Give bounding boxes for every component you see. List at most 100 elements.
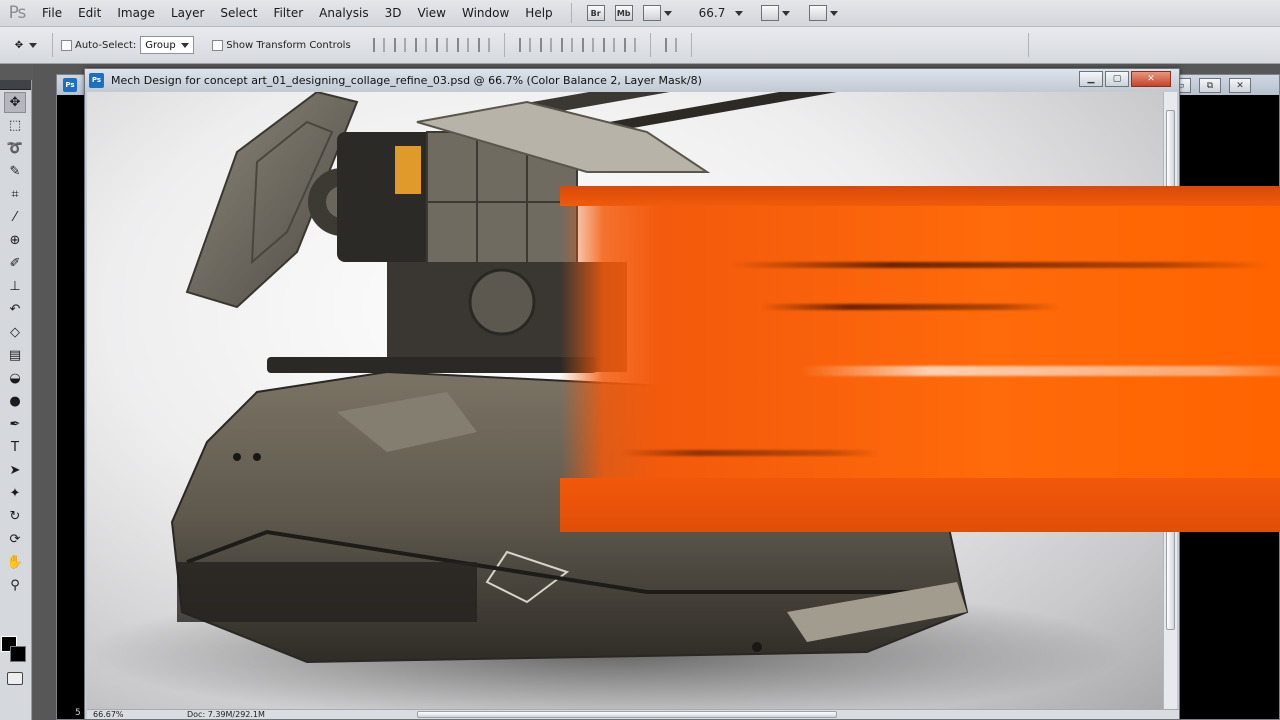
ps-document-icon: Ps bbox=[63, 78, 77, 92]
zoom-tool-icon[interactable]: ⚲ bbox=[4, 575, 26, 596]
auto-select-checkbox[interactable] bbox=[61, 39, 72, 51]
chevron-down-icon bbox=[830, 10, 839, 16]
quick-mask-icon[interactable] bbox=[7, 672, 23, 685]
background-status-text: 5 bbox=[75, 708, 81, 718]
arrange-documents-button[interactable] bbox=[761, 4, 791, 22]
chevron-down-icon bbox=[29, 42, 38, 48]
status-bar: 66.67% Doc: 7.39M/292.1M bbox=[87, 709, 1179, 719]
banner-streak bbox=[620, 450, 880, 456]
align-top-icon[interactable] bbox=[372, 38, 385, 52]
menu-analysis[interactable]: Analysis bbox=[311, 0, 376, 27]
bridge-button[interactable]: Br bbox=[586, 4, 605, 22]
healing-brush-icon[interactable]: ⊕ bbox=[4, 230, 26, 251]
chevron-down-icon bbox=[181, 42, 190, 48]
menu-3d[interactable]: 3D bbox=[377, 0, 410, 27]
screen-mode-button[interactable] bbox=[809, 4, 839, 22]
align-bottom-icon[interactable] bbox=[414, 38, 427, 52]
status-doc-size[interactable]: Doc: 7.39M/292.1M bbox=[187, 710, 265, 719]
auto-select-label: Auto-Select: bbox=[75, 39, 137, 51]
align-right-icon[interactable] bbox=[477, 38, 490, 52]
close-icon[interactable]: ✕ bbox=[1229, 78, 1251, 93]
banner-streak bbox=[760, 304, 1060, 310]
background-window-controls: ▭ ⧉ ✕ bbox=[1169, 78, 1251, 93]
view-extras-icon bbox=[642, 5, 661, 21]
menu-filter[interactable]: Filter bbox=[265, 0, 311, 27]
menu-separator bbox=[570, 3, 572, 23]
align-buttons bbox=[372, 38, 490, 52]
3d-rotate-icon[interactable]: ↻ bbox=[4, 506, 26, 527]
zoom-level[interactable]: 66.7 bbox=[699, 6, 726, 20]
align-left-icon[interactable] bbox=[435, 38, 448, 52]
chevron-down-icon[interactable] bbox=[735, 10, 744, 16]
horizontal-scroll-thumb[interactable] bbox=[417, 711, 837, 718]
history-brush-icon[interactable]: ↶ bbox=[4, 299, 26, 320]
mini-bridge-button[interactable]: Mb bbox=[614, 4, 633, 22]
distribute-bottom-icon[interactable] bbox=[560, 38, 573, 52]
tool-preset-picker[interactable]: ✥ bbox=[0, 40, 52, 51]
distribute-hcenter-icon[interactable] bbox=[602, 38, 615, 52]
auto-align-icon[interactable] bbox=[664, 38, 677, 52]
mini-bridge-icon: Mb bbox=[614, 5, 633, 21]
align-hcenter-icon[interactable] bbox=[456, 38, 469, 52]
eyedropper-tool-icon[interactable]: ⁄ bbox=[4, 207, 26, 228]
distribute-left-icon[interactable] bbox=[581, 38, 594, 52]
banner-top-strip bbox=[560, 186, 1280, 206]
banner-streak bbox=[730, 262, 1270, 268]
banner-streak bbox=[800, 366, 1280, 376]
clone-stamp-icon[interactable]: ⊥ bbox=[4, 276, 26, 297]
background-color-swatch[interactable] bbox=[10, 646, 26, 662]
3d-orbit-icon[interactable]: ⟳ bbox=[4, 529, 26, 550]
menu-help[interactable]: Help bbox=[517, 0, 560, 27]
pen-tool-icon[interactable]: ✒ bbox=[4, 414, 26, 435]
move-tool-icon: ✥ bbox=[14, 39, 24, 51]
status-zoom[interactable]: 66.67% bbox=[87, 710, 129, 719]
distribute-top-icon[interactable] bbox=[518, 38, 531, 52]
menu-select[interactable]: Select bbox=[212, 0, 265, 27]
tools-panel: ✥ ⬚ ➰ ✎ ⌗ ⁄ ⊕ ✐ ⊥ ↶ ◇ ▤ ◒ ● ✒ T ➤ ✦ ↻ ⟳ … bbox=[0, 80, 32, 720]
orange-overlay-banner bbox=[560, 186, 1280, 532]
app-logo: Ps bbox=[8, 3, 27, 23]
dodge-tool-icon[interactable]: ● bbox=[4, 391, 26, 412]
maximize-icon[interactable]: ▢ bbox=[1105, 71, 1129, 87]
close-icon[interactable]: ✕ bbox=[1131, 71, 1171, 87]
menu-edit[interactable]: Edit bbox=[70, 0, 109, 27]
menu-file[interactable]: File bbox=[34, 0, 70, 27]
bridge-icon: Br bbox=[586, 5, 605, 21]
ps-document-icon: Ps bbox=[89, 72, 104, 88]
eraser-tool-icon[interactable]: ◇ bbox=[4, 322, 26, 343]
align-vcenter-icon[interactable] bbox=[393, 38, 406, 52]
path-select-icon[interactable]: ➤ bbox=[4, 460, 26, 481]
menu-image[interactable]: Image bbox=[109, 0, 163, 27]
tools-panel-grip[interactable] bbox=[0, 80, 31, 90]
options-separator bbox=[690, 33, 692, 57]
marquee-tool-icon[interactable]: ⬚ bbox=[4, 115, 26, 136]
shape-tool-icon[interactable]: ✦ bbox=[4, 483, 26, 504]
hand-tool-icon[interactable]: ✋ bbox=[4, 552, 26, 573]
minimize-icon[interactable]: ▁ bbox=[1079, 71, 1103, 87]
distribute-buttons bbox=[518, 38, 636, 52]
menu-view[interactable]: View bbox=[409, 0, 453, 27]
move-tool-icon[interactable]: ✥ bbox=[4, 92, 26, 113]
chevron-down-icon bbox=[663, 10, 672, 16]
options-separator bbox=[1028, 33, 1029, 57]
document-titlebar[interactable]: Ps Mech Design for concept art_01_design… bbox=[85, 69, 1179, 91]
menu-window[interactable]: Window bbox=[454, 0, 517, 27]
quick-select-tool-icon[interactable]: ✎ bbox=[4, 161, 26, 182]
restore-icon[interactable]: ⧉ bbox=[1199, 78, 1221, 93]
options-bar: ✥ Auto-Select: Group Show Transform Cont… bbox=[0, 27, 1280, 64]
brush-tool-icon[interactable]: ✐ bbox=[4, 253, 26, 274]
lasso-tool-icon[interactable]: ➰ bbox=[4, 138, 26, 159]
distribute-vcenter-icon[interactable] bbox=[539, 38, 552, 52]
menu-layer[interactable]: Layer bbox=[163, 0, 212, 27]
arrange-icon bbox=[761, 5, 780, 21]
blur-tool-icon[interactable]: ◒ bbox=[4, 368, 26, 389]
crop-tool-icon[interactable]: ⌗ bbox=[4, 184, 26, 205]
auto-select-dropdown[interactable]: Group bbox=[140, 36, 195, 54]
distribute-right-icon[interactable] bbox=[623, 38, 636, 52]
view-extras-button[interactable] bbox=[642, 4, 672, 22]
options-separator bbox=[503, 33, 505, 57]
gradient-tool-icon[interactable]: ▤ bbox=[4, 345, 26, 366]
show-transform-checkbox[interactable] bbox=[212, 39, 224, 51]
type-tool-icon[interactable]: T bbox=[4, 437, 26, 458]
show-transform-label: Show Transform Controls bbox=[226, 39, 351, 51]
